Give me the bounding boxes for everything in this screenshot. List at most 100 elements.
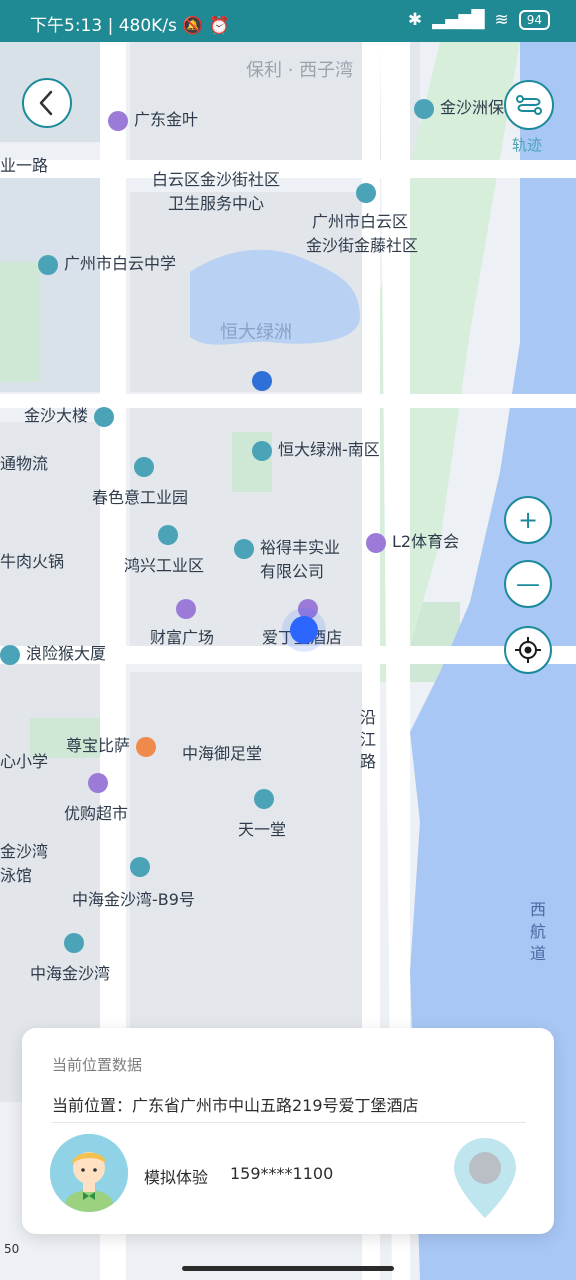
poi-baiyun-district-line1: 广州市白云区: [312, 208, 408, 232]
bluetooth-icon: ✱: [407, 10, 423, 30]
poi-caifu[interactable]: 财富广场: [150, 624, 214, 648]
building-icon: [130, 856, 150, 877]
building-icon: [356, 182, 376, 203]
poi-langxian-text: 浪险猴大厦: [26, 644, 107, 663]
building-icon: [134, 456, 154, 477]
poi-beef-hotpot[interactable]: 牛肉火锅: [0, 548, 64, 572]
poi-zhonghai-yuzutang-text: 中海御足堂: [182, 744, 263, 763]
poi-swim[interactable]: 泳馆: [0, 862, 32, 886]
restaurant-icon: [136, 736, 157, 757]
poi-logistics-text: 通物流: [0, 454, 49, 473]
shopping-icon: [108, 110, 128, 131]
poi-yougou[interactable]: 优购超市: [64, 800, 128, 824]
home-indicator[interactable]: [182, 1266, 394, 1271]
status-left: 下午5:13 | 480K/s 🔕 ⏰: [30, 11, 230, 36]
building-icon: [94, 406, 115, 427]
card-title: 当前位置数据: [52, 1056, 143, 1074]
user-phone: 159****1100: [230, 1164, 334, 1183]
poi-tianyitang[interactable]: 天一堂: [238, 816, 286, 840]
poi-yougou-icon[interactable]: [88, 772, 114, 793]
school-icon: [38, 254, 58, 275]
status-right: ✱ ▂▄▆█ ≋ 94: [408, 10, 550, 30]
building-icon: [234, 538, 254, 559]
chevron-left-icon: [39, 90, 53, 116]
poi-hengda-south[interactable]: 恒大绿洲-南区: [252, 436, 380, 461]
poi-baiyun-district-line1-text: 广州市白云区: [312, 212, 409, 231]
poi-hengda-south-text: 恒大绿洲-南区: [278, 440, 380, 459]
poi-chunseyi-icon[interactable]: [134, 456, 160, 477]
road-yanjiang-1: 沿: [360, 704, 376, 728]
status-speed: 480K/s: [118, 16, 177, 36]
poi-yudefeng-line2-text: 有限公司: [260, 562, 325, 581]
track-label[interactable]: 轨迹: [512, 134, 542, 155]
back-button[interactable]: [22, 78, 72, 128]
locate-button[interactable]: [504, 626, 552, 674]
poi-community-health-2: 卫生服务中心: [168, 190, 264, 214]
poi-hongxing-text: 鸿兴工业区: [124, 556, 205, 575]
road-yanjiang-2-text: 江: [360, 730, 377, 749]
poi-tianyitang-icon[interactable]: [254, 788, 280, 809]
poi-jinsha-building[interactable]: 金沙大楼: [24, 402, 120, 427]
alarm-icon: ⏰: [208, 16, 231, 36]
target-icon: [515, 637, 541, 663]
poi-hongxing-icon[interactable]: [158, 524, 184, 545]
status-time: 下午5:13: [30, 16, 103, 36]
road-xihang-2-text: 航: [530, 922, 547, 941]
zoom-in-button[interactable]: +: [504, 496, 552, 544]
status-bar: 下午5:13 | 480K/s 🔕 ⏰ ✱ ▂▄▆█ ≋ 94: [0, 0, 576, 42]
poi-jinshawan-text: 金沙湾: [0, 842, 49, 861]
minus-icon: —: [516, 570, 540, 598]
poi-logistics[interactable]: 通物流: [0, 450, 48, 474]
location-pin-icon[interactable]: [452, 1134, 518, 1224]
poi-zhonghai-yuzutang[interactable]: 中海御足堂: [182, 740, 262, 764]
shopping-icon: [176, 598, 196, 619]
current-location-text: 当前位置：广东省广州市中山五路219号爱丁堡酒店: [52, 1096, 419, 1115]
road-xihang-1-text: 西: [530, 900, 547, 919]
building-icon: [0, 644, 20, 665]
map-scale-text: 50: [4, 1242, 20, 1256]
poi-langxian[interactable]: 浪险猴大厦: [0, 640, 106, 665]
location-card: 当前位置数据 当前位置：广东省广州市中山五路219号爱丁堡酒店 模拟体验 159…: [22, 1028, 554, 1234]
poi-tianyitang-text: 天一堂: [238, 820, 287, 839]
road-yanjiang-2: 江: [360, 726, 376, 750]
poi-zhonghai-jinshawan-icon[interactable]: [64, 932, 90, 953]
poi-b9[interactable]: 中海金沙湾-B9号: [72, 886, 195, 910]
poi-community-health-2-text: 卫生服务中心: [168, 194, 265, 213]
poi-yudefeng[interactable]: 裕得丰实业: [234, 534, 340, 559]
poi-swim-text: 泳馆: [0, 866, 33, 885]
poi-chunseyi[interactable]: 春色意工业园: [92, 484, 188, 508]
poi-l2-sports[interactable]: L2体育会: [366, 528, 459, 553]
poi-caifu-text: 财富广场: [150, 628, 215, 647]
building-icon: [414, 98, 434, 119]
zoom-out-button[interactable]: —: [504, 560, 552, 608]
poi-yougou-text: 优购超市: [64, 804, 129, 823]
poi-chunseyi-text: 春色意工业园: [92, 488, 189, 507]
building-icon: [64, 932, 84, 953]
poi-caifu-icon[interactable]: [176, 598, 202, 619]
poi-school[interactable]: 心小学: [0, 748, 48, 772]
poi-guangdong-jinye[interactable]: 广东金叶: [108, 106, 198, 131]
poi-zunbao-pizza[interactable]: 尊宝比萨: [66, 732, 162, 757]
track-button[interactable]: [504, 80, 554, 130]
poi-beef-hotpot-text: 牛肉火锅: [0, 552, 65, 571]
poi-hongxing[interactable]: 鸿兴工业区: [124, 552, 204, 576]
poi-baiyun-district[interactable]: [356, 182, 382, 203]
poi-yudefeng-line2: 有限公司: [260, 558, 324, 582]
mute-icon: 🔕: [182, 16, 204, 36]
poi-guangdong-jinye-text: 广东金叶: [134, 110, 199, 129]
current-location-marker: [290, 616, 318, 644]
road-xihang-1: 西: [530, 896, 546, 920]
poi-baiyun-middle-school[interactable]: 广州市白云中学: [38, 250, 176, 275]
poi-baiyun-middle-school-text: 广州市白云中学: [64, 254, 177, 273]
parking-poi[interactable]: [252, 370, 278, 391]
poi-jinshawan[interactable]: 金沙湾: [0, 838, 48, 862]
avatar[interactable]: [50, 1134, 128, 1212]
battery-icon: 94: [518, 10, 550, 30]
poi-community-health-text: 白云区金沙街社区: [152, 170, 281, 189]
map-scale: 50: [4, 1242, 19, 1256]
parking-icon: [252, 370, 272, 391]
poi-community-health[interactable]: 白云区金沙街社区: [152, 166, 280, 190]
poi-b9-icon[interactable]: [130, 856, 156, 877]
poi-zhonghai-jinshawan[interactable]: 中海金沙湾: [30, 960, 110, 984]
status-separator: |: [107, 16, 119, 36]
